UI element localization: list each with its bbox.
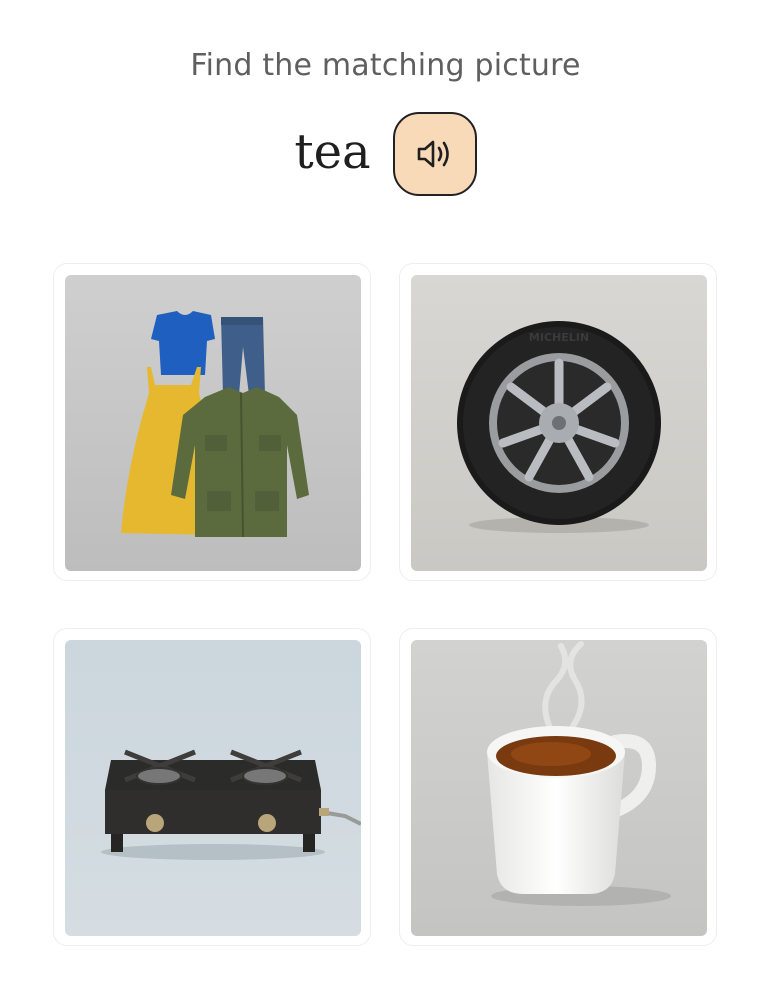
option-card-stove[interactable] (53, 628, 371, 946)
clothes-image (65, 275, 361, 571)
play-audio-button[interactable] (392, 112, 477, 196)
prompt-title: Find the matching picture (190, 48, 581, 83)
tire-image: MICHELIN (411, 275, 707, 571)
speaker-icon (415, 137, 455, 171)
option-card-tire[interactable]: MICHELIN (399, 263, 717, 581)
tire-brand-text: MICHELIN (529, 331, 589, 344)
stove-image (65, 640, 361, 936)
target-word: tea (294, 124, 371, 180)
option-card-clothes[interactable] (53, 263, 371, 581)
tea-cup-image (411, 640, 707, 936)
word-row: tea (0, 108, 771, 200)
option-card-tea-cup[interactable] (399, 628, 717, 946)
